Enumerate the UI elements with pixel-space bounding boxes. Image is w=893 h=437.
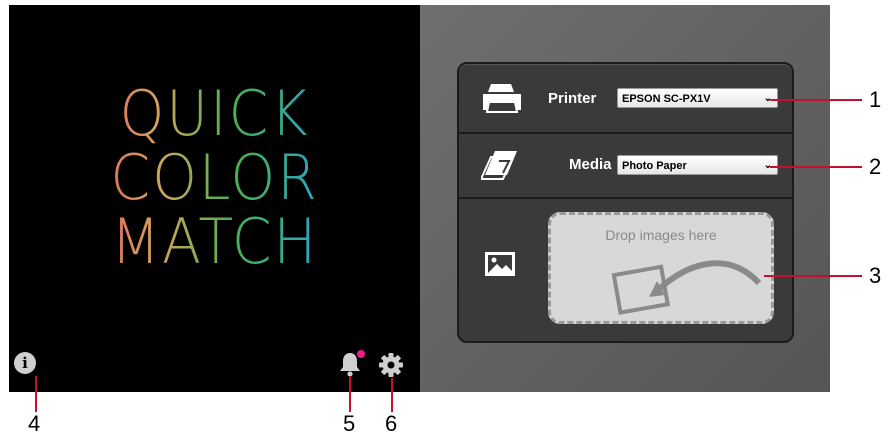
logo-quick: QUICK: [25, 82, 403, 146]
drop-arrow-icon: [611, 260, 762, 315]
callout-4: 4: [28, 411, 41, 436]
callout-5: 5: [343, 411, 356, 436]
callout-1: 1: [869, 87, 882, 112]
info-icon[interactable]: i: [14, 352, 36, 374]
gear-icon[interactable]: [378, 352, 404, 378]
logo-match: MATCH: [25, 210, 403, 274]
notification-badge: [357, 350, 365, 358]
callout-6-line: [391, 378, 393, 412]
media-select[interactable]: Photo Paper ⌄: [617, 155, 778, 175]
media-select-value: Photo Paper: [622, 160, 687, 172]
printer-select-value: EPSON SC-PX1V: [622, 93, 711, 105]
callout-2-line: [770, 166, 862, 168]
splash-panel: QUICK COLOR MATCH: [9, 5, 420, 392]
callout-1-line: [770, 99, 862, 101]
callout-2: 2: [869, 154, 882, 179]
callout-4-line: [35, 376, 37, 412]
drop-zone-text: Drop images here: [605, 227, 717, 243]
media-row: Media Photo Paper ⌄: [459, 134, 792, 199]
callout-6: 6: [385, 411, 398, 436]
image-row: Drop images here: [459, 199, 792, 341]
callout-3-line: [764, 275, 862, 277]
logo-color: COLOR: [25, 146, 403, 210]
printer-label: Printer: [548, 90, 597, 107]
image-drop-zone[interactable]: Drop images here: [548, 212, 774, 324]
callout-3: 3: [869, 263, 882, 288]
image-icon: [485, 252, 515, 276]
printer-select[interactable]: EPSON SC-PX1V ⌄: [617, 88, 778, 108]
printer-icon: [483, 84, 521, 113]
media-label: Media: [569, 156, 612, 173]
paper-icon: [481, 151, 517, 180]
callout-5-line: [349, 376, 351, 412]
printer-row: Printer EPSON SC-PX1V ⌄: [459, 64, 792, 134]
settings-card: Printer EPSON SC-PX1V ⌄ Media Photo Pape…: [457, 62, 794, 343]
